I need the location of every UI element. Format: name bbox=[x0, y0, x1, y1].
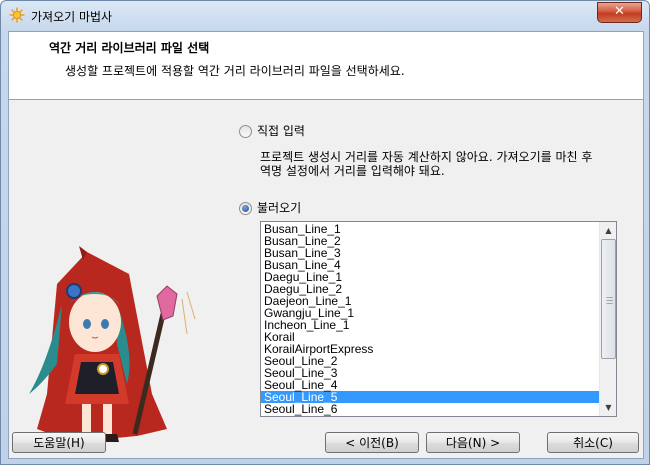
cancel-button[interactable]: 취소(C) bbox=[547, 432, 639, 453]
scroll-thumb[interactable]: — — — bbox=[601, 239, 616, 359]
mascot-illustration bbox=[29, 246, 196, 442]
load-label[interactable]: 불러오기 bbox=[257, 199, 301, 216]
close-button[interactable]: ✕ bbox=[597, 2, 642, 23]
description-line-2: 역명 설정에서 거리를 입력해야 돼요. bbox=[260, 164, 445, 178]
next-button[interactable]: 다음(N) > bbox=[426, 432, 520, 453]
wizard-client-area: 역간 거리 라이브러리 파일 선택 생성할 프로젝트에 적용할 역간 거리 라이… bbox=[8, 31, 644, 459]
direct-input-label[interactable]: 직접 입력 bbox=[257, 122, 305, 139]
direct-input-radio[interactable] bbox=[239, 125, 252, 138]
help-button[interactable]: 도움말(H) bbox=[12, 432, 106, 453]
list-item[interactable]: Incheon_Line_1 bbox=[261, 319, 599, 331]
list-scrollbar[interactable]: ▲ — — — ▼ bbox=[599, 222, 616, 416]
library-file-list[interactable]: Busan_Line_1 Busan_Line_2 Busan_Line_3 Busa… bbox=[260, 221, 617, 417]
window-title: 가져오기 마법사 bbox=[31, 10, 113, 24]
page-title: 역간 거리 라이브러리 파일 선택 bbox=[49, 41, 210, 55]
scroll-up-arrow-icon[interactable]: ▲ bbox=[600, 222, 616, 239]
list-item[interactable]: Seoul_Line_6 bbox=[261, 403, 599, 415]
wizard-window: 가져오기 마법사 ✕ 역간 거리 라이브러리 파일 선택 생성할 프로젝트에 적… bbox=[0, 0, 650, 465]
scroll-down-arrow-icon[interactable]: ▼ bbox=[600, 399, 616, 416]
wizard-header: 역간 거리 라이브러리 파일 선택 생성할 프로젝트에 적용할 역간 거리 라이… bbox=[9, 32, 643, 100]
load-radio[interactable] bbox=[239, 202, 252, 215]
sun-icon bbox=[9, 7, 25, 23]
back-button[interactable]: < 이전(B) bbox=[325, 432, 419, 453]
page-subtitle: 생성할 프로젝트에 적용할 역간 거리 라이브러리 파일을 선택하세요. bbox=[65, 64, 405, 78]
grip-icon: — — — bbox=[606, 293, 613, 307]
direct-input-description: 프로젝트 생성시 거리를 자동 계산하지 않아요. 가져오기를 마친 후 역명 … bbox=[260, 150, 640, 178]
description-line-1: 프로젝트 생성시 거리를 자동 계산하지 않아요. 가져오기를 마친 후 bbox=[260, 150, 593, 164]
title-bar[interactable]: 가져오기 마법사 ✕ bbox=[1, 1, 649, 31]
list-items: Busan_Line_1 Busan_Line_2 Busan_Line_3 Busa… bbox=[261, 223, 599, 415]
close-icon: ✕ bbox=[614, 4, 625, 19]
